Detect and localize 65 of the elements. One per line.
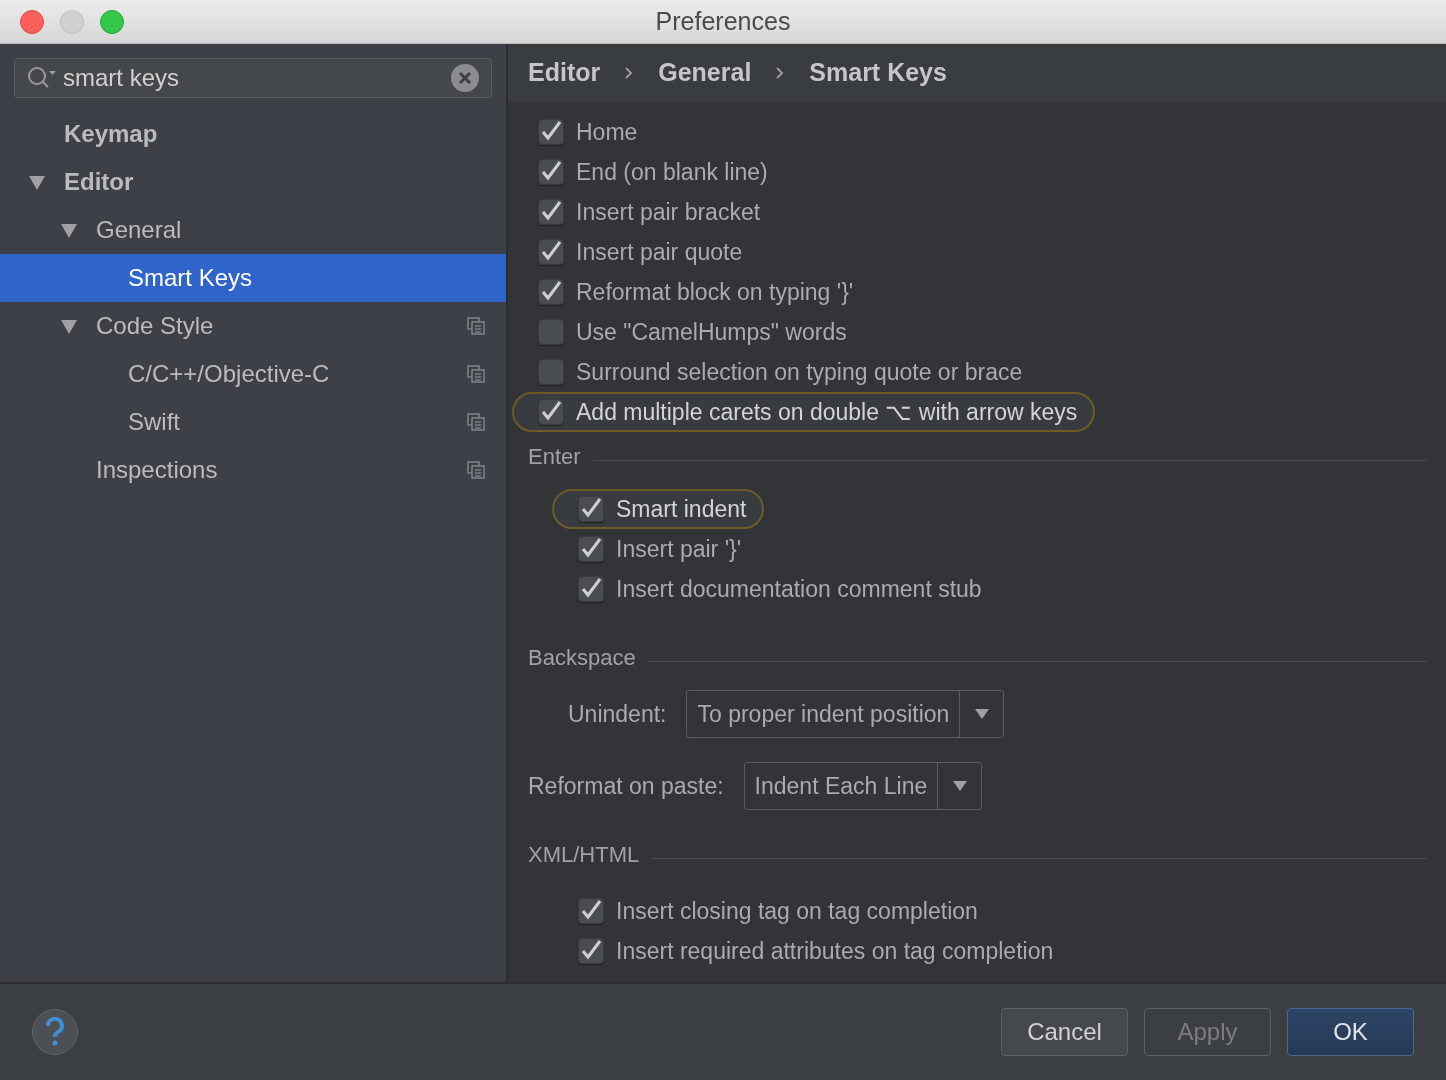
copy-icon xyxy=(466,460,486,480)
dialog-button[interactable]: Cancel xyxy=(1001,1008,1128,1056)
checkbox[interactable] xyxy=(578,938,604,964)
option-label: Insert documentation comment stub xyxy=(616,574,982,604)
expand-arrow-icon[interactable] xyxy=(28,173,46,191)
help-button[interactable] xyxy=(32,1009,78,1055)
dropdown-arrow-icon xyxy=(951,780,968,792)
checkbox[interactable] xyxy=(538,279,564,305)
copy-icon xyxy=(466,364,486,384)
question-icon xyxy=(45,1017,65,1047)
copy-icon xyxy=(466,412,486,432)
option-label: Reformat block on typing '}' xyxy=(576,277,854,307)
search-input[interactable]: smart keys xyxy=(63,60,447,96)
checkbox[interactable] xyxy=(578,576,604,602)
section-title: XML/HTML xyxy=(528,841,640,869)
clear-icon[interactable] xyxy=(451,64,479,92)
option-label: Insert closing tag on tag completion xyxy=(616,896,978,926)
checkbox[interactable] xyxy=(538,359,564,385)
tree-item[interactable]: Smart Keys xyxy=(0,254,506,302)
tree-item[interactable]: Inspections xyxy=(0,446,506,494)
close-window-button[interactable] xyxy=(20,9,44,34)
checkbox[interactable] xyxy=(538,399,564,425)
option-label: Home xyxy=(576,117,638,147)
tree-item[interactable]: Code Style xyxy=(0,302,506,350)
chevron-icon xyxy=(775,66,786,80)
dropdown[interactable]: To proper indent position xyxy=(686,690,1005,738)
option-label: Use "CamelHumps" words xyxy=(576,317,847,347)
option-label: Smart indent xyxy=(616,494,747,524)
tree-item[interactable]: Keymap xyxy=(0,110,506,158)
option-label: Insert pair quote xyxy=(576,237,743,267)
field-label: Reformat on paste: xyxy=(528,771,724,801)
option-label: Insert required attributes on tag completion xyxy=(616,936,1054,966)
chevron-icon xyxy=(624,66,635,80)
dialog-button[interactable]: OK xyxy=(1287,1008,1414,1056)
tree-item[interactable]: Editor xyxy=(0,158,506,206)
tree-item[interactable]: General xyxy=(0,206,506,254)
window-title: Preferences xyxy=(655,5,791,37)
section-title: Backspace xyxy=(528,644,636,672)
option-label: Insert pair bracket xyxy=(576,197,761,227)
dropdown-arrow-icon xyxy=(973,708,990,720)
option-label: End (on blank line) xyxy=(576,157,768,187)
zoom-window-button[interactable] xyxy=(100,9,124,34)
checkbox[interactable] xyxy=(538,319,564,345)
expand-arrow-icon[interactable] xyxy=(60,221,78,239)
dropdown[interactable]: Indent Each Line xyxy=(743,762,983,810)
tree-item[interactable]: C/C++/Objective-C xyxy=(0,350,506,398)
checkbox[interactable] xyxy=(578,536,604,562)
breadcrumb-item[interactable]: Editor xyxy=(528,54,601,92)
section-title: Enter xyxy=(528,443,581,471)
breadcrumb-item[interactable]: Smart Keys xyxy=(809,54,947,92)
copy-icon xyxy=(466,316,486,336)
expand-arrow-icon[interactable] xyxy=(60,317,78,335)
search-field[interactable]: smart keys xyxy=(14,58,492,98)
checkbox[interactable] xyxy=(538,159,564,185)
option-label: Surround selection on typing quote or brace xyxy=(576,357,1023,387)
option-label: Add multiple carets on double ⌥ with arrow keys xyxy=(576,397,1078,427)
checkbox[interactable] xyxy=(578,898,604,924)
checkbox[interactable] xyxy=(538,119,564,145)
breadcrumb-item[interactable]: General xyxy=(658,54,752,92)
tree-item[interactable]: Swift xyxy=(0,398,506,446)
option-label: Insert pair '}' xyxy=(616,534,742,564)
checkbox[interactable] xyxy=(578,496,604,522)
checkbox[interactable] xyxy=(538,199,564,225)
checkbox[interactable] xyxy=(538,239,564,265)
field-label: Unindent: xyxy=(568,699,667,729)
